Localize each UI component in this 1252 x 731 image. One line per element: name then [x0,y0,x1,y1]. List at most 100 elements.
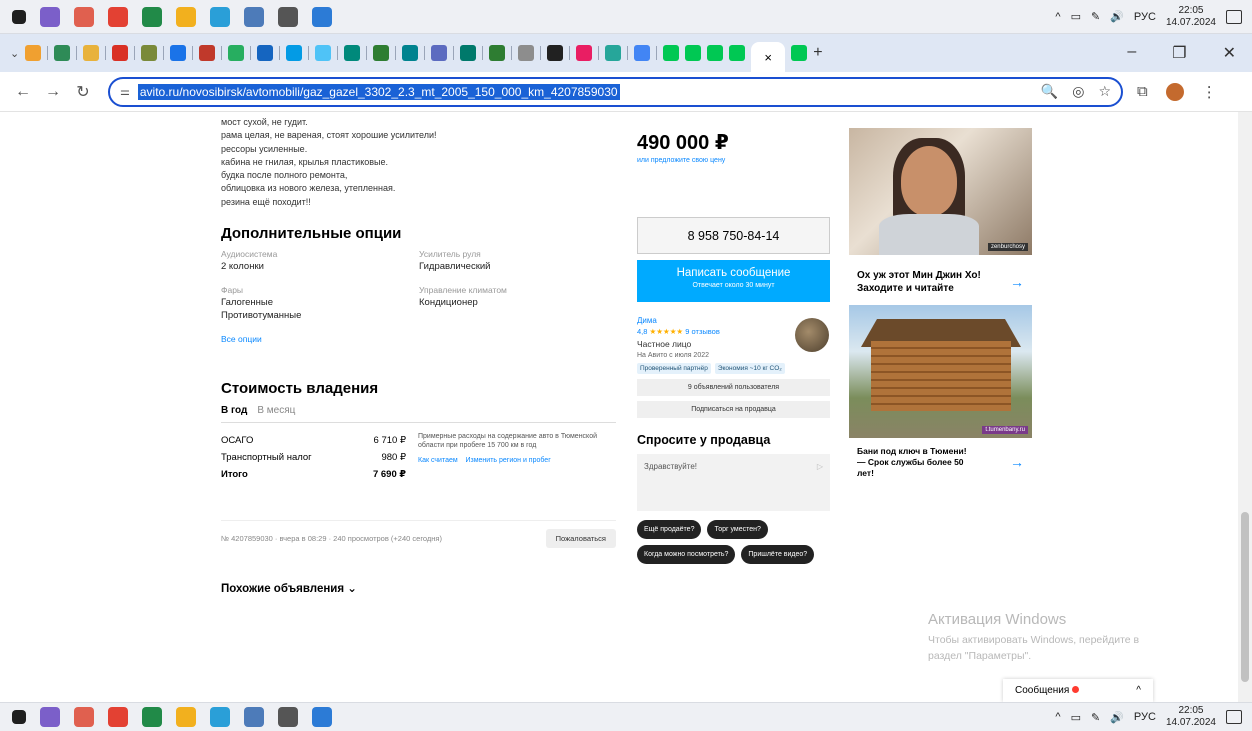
tab-favicon[interactable] [344,45,361,61]
seller-name[interactable]: Дима [637,316,787,325]
notepad-icon[interactable] [244,707,264,727]
start-icon[interactable] [12,9,26,24]
url-text[interactable]: avito.ru/novosibirsk/avtomobili/gaz_gaze… [137,83,620,100]
tab-favicon[interactable] [605,45,622,61]
clock[interactable]: 22:05 14.07.2024 [1166,5,1216,29]
active-tab[interactable]: × [751,42,786,72]
tab-favicon[interactable] [112,45,129,61]
zoom-icon[interactable]: 🔍 [1041,83,1058,100]
tab-favicon[interactable] [141,45,158,61]
tray-chevron-icon[interactable]: ^ [1055,11,1060,23]
new-tab-button[interactable]: + [813,44,822,62]
how-we-count-link[interactable]: Как считаем [418,457,458,464]
settings-icon[interactable] [278,6,298,27]
seller-rating[interactable]: 4,8 ★★★★★ 9 отзывов [637,327,787,336]
send-icon[interactable]: ▷ [817,462,823,503]
chevron-up-icon[interactable]: ^ [1136,685,1141,696]
volume-icon[interactable]: 🔊 [1110,10,1124,23]
tab-favicon[interactable] [257,45,274,61]
photos-icon[interactable] [312,6,332,27]
tab-favicon[interactable] [547,45,564,61]
tab-favicon[interactable] [315,45,332,61]
complain-button[interactable]: Пожаловаться [545,529,616,549]
tab-search-icon[interactable]: ⌄ [10,47,19,60]
tab-per-month[interactable]: В месяц [257,405,295,416]
chip-negotiable[interactable]: Торг уместен? [707,520,768,539]
offer-price-link[interactable]: или предложите свою цену [637,157,832,164]
tab-favicon[interactable] [489,45,506,61]
bookmark-star-icon[interactable]: ☆ [1098,83,1111,100]
eye-off-icon[interactable]: ◎ [1072,83,1084,100]
ad-image-bathhouse[interactable]: t.tumenbany.ru [849,305,1032,438]
close-window-icon[interactable]: ✕ [1223,43,1236,63]
tab-favicon[interactable] [431,45,448,61]
omnibox[interactable]: ⚌ avito.ru/novosibirsk/avtomobili/gaz_ga… [108,76,1123,107]
tab-favicon[interactable] [685,45,702,61]
forward-icon[interactable]: → [42,83,64,101]
tray-chevron-icon[interactable]: ^ [1055,711,1060,723]
menu-dots-icon[interactable]: ⋮ [1202,83,1217,101]
photos-icon[interactable] [312,707,332,727]
arrow-right-icon[interactable]: → [1010,275,1024,289]
ad-text-2[interactable]: Бани под ключ в Тюмени! — Срок службы бо… [849,438,1032,487]
profile-avatar-icon[interactable] [1165,82,1184,101]
chip-when-view[interactable]: Когда можно посмотреть? [637,545,736,564]
paint-icon[interactable] [74,6,94,27]
chrome-icon[interactable] [108,6,128,27]
minimize-icon[interactable]: – [1127,43,1136,63]
tab-close-icon[interactable]: × [764,50,772,65]
seller-avatar[interactable] [795,318,829,352]
reload-icon[interactable]: ↻ [72,82,94,102]
tab-favicon[interactable] [170,45,187,61]
chip-still-selling[interactable]: Ещё продаёте? [637,520,702,539]
language-indicator[interactable]: РУС [1134,711,1156,723]
tab-favicon[interactable] [54,45,71,61]
notifications-icon[interactable] [1226,9,1242,24]
tab-favicon[interactable] [791,45,808,61]
all-options-link[interactable]: Все опции [221,334,616,344]
tab-favicon[interactable] [25,45,42,61]
paint-icon[interactable] [74,707,94,727]
chip-send-video[interactable]: Пришлёте видео? [741,545,815,564]
scrollbar-thumb[interactable] [1241,512,1249,682]
tab-favicon[interactable] [373,45,390,61]
change-region-link[interactable]: Изменить регион и пробег [465,457,550,464]
tab-favicon[interactable] [228,45,245,61]
telegram-icon[interactable] [210,6,230,27]
ad-text-1[interactable]: Ох уж этот Мин Джин Хо! Заходите и читай… [849,255,1032,301]
tab-favicon[interactable] [634,45,651,61]
tab-favicon[interactable] [402,45,419,61]
start-icon[interactable] [12,710,26,724]
tab-favicon[interactable] [518,45,535,61]
back-icon[interactable]: ← [12,83,34,101]
tab-favicon[interactable] [707,45,724,61]
ad-image-woman[interactable]: zenburchosy [849,128,1032,255]
tab-favicon[interactable] [576,45,593,61]
tab-favicon[interactable] [83,45,100,61]
tab-favicon[interactable] [199,45,216,61]
tab-favicon[interactable] [663,45,680,61]
notepad-icon[interactable] [244,6,264,27]
folder-icon[interactable] [176,6,196,27]
page-scrollbar[interactable] [1238,112,1252,702]
arrow-right-icon[interactable]: → [1010,455,1024,469]
notifications-icon[interactable] [1226,710,1242,724]
tab-favicon[interactable] [460,45,477,61]
write-message-button[interactable]: Написать сообщение Отвечает около 30 мин… [637,260,830,302]
volume-icon[interactable]: 🔊 [1110,711,1124,724]
excel-icon[interactable] [142,6,162,27]
excel-icon[interactable] [142,707,162,727]
chrome-icon[interactable] [108,707,128,727]
pen-icon[interactable]: ✎ [1091,711,1100,724]
site-info-icon[interactable]: ⚌ [120,85,130,98]
tab-favicon[interactable] [729,45,746,61]
language-indicator[interactable]: РУС [1134,11,1156,23]
folder-icon[interactable] [176,707,196,727]
subscribe-button[interactable]: Подписаться на продавца [637,401,830,418]
extensions-icon[interactable]: ⧉ [1137,83,1148,100]
similar-listings-toggle[interactable]: Похожие объявления ⌄ [221,581,616,595]
pen-icon[interactable]: ✎ [1091,10,1100,23]
phone-button[interactable]: 8 958 750-84-14 [637,217,830,254]
seller-listings-button[interactable]: 9 объявлений пользователя [637,379,830,396]
restore-icon[interactable]: ❐ [1172,43,1186,63]
